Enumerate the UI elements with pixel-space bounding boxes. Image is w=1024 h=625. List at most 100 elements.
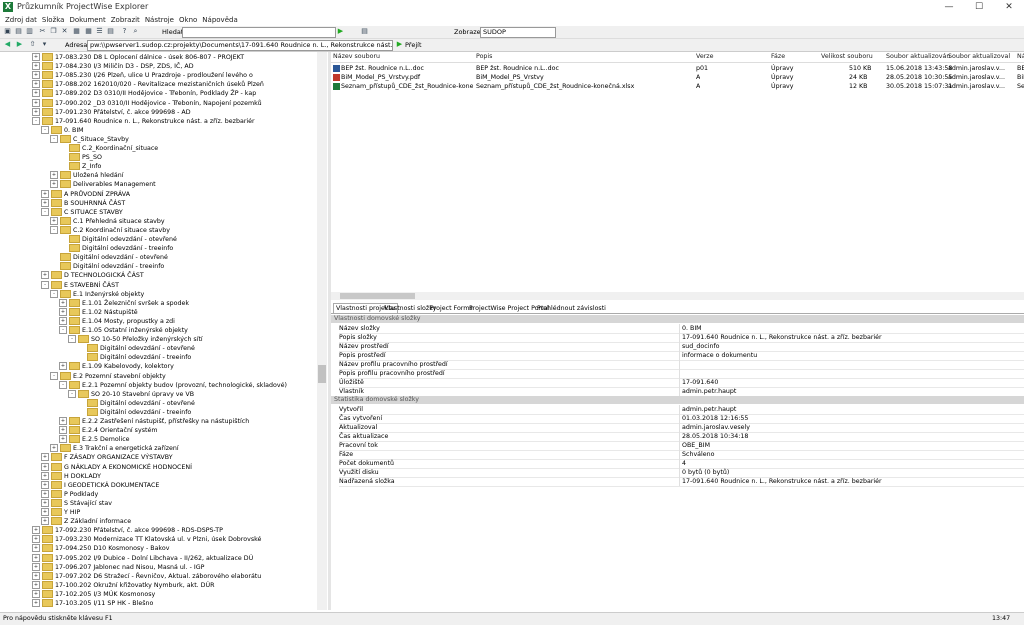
tree-node[interactable]: Digitální odevzdání - otevřené <box>50 253 168 262</box>
expand-icon[interactable]: + <box>50 180 58 189</box>
datasource-icon[interactable]: ▣ <box>3 27 12 36</box>
expand-icon[interactable]: + <box>32 107 40 116</box>
tree-node[interactable]: + E.2.5 Demolice <box>59 435 130 444</box>
tree-node[interactable]: +17-092.230 Přátelství, č. akce 999698 -… <box>32 526 223 535</box>
tree-node[interactable]: - C.2 Koordinační situace stavby <box>50 225 170 235</box>
run-search-icon[interactable]: ▶ <box>336 27 345 36</box>
collapse-icon[interactable]: - <box>68 335 76 344</box>
expand-icon[interactable]: + <box>59 417 67 425</box>
expand-icon[interactable]: + <box>50 216 58 225</box>
tree-node[interactable]: - E.1 Inženýrské objekty <box>50 289 144 299</box>
expand-icon[interactable]: + <box>59 307 67 316</box>
tree-node[interactable]: + A PRŮVODNÍ ZPRÁVA <box>41 189 130 199</box>
tree-node[interactable]: + P Podklady <box>41 489 98 499</box>
menu-item[interactable]: Zobrazit <box>111 14 140 26</box>
collapse-icon[interactable]: - <box>50 289 58 298</box>
tree-scrollbar-thumb[interactable] <box>318 365 326 383</box>
tree-node[interactable]: - E.2 Pozemní stavební objekty <box>50 371 166 381</box>
menu-item[interactable]: Okno <box>179 14 197 26</box>
tree-node[interactable]: C.2_Koordinační_situace <box>59 144 158 153</box>
table-row[interactable]: Seznam_přístupů_CDE_žst_Roudnice-koneč..… <box>331 82 1024 91</box>
menu-item[interactable]: Dokument <box>69 14 105 26</box>
tree-node[interactable]: + Deliverables Management <box>50 180 156 189</box>
address-input[interactable]: pw:\\pwserver1.sudop.cz:projekty\Documen… <box>87 40 393 51</box>
expand-icon[interactable]: + <box>41 480 49 489</box>
tree-node[interactable]: +17-085.230 I/26 Plzeň, ulice U Prazdroj… <box>32 71 253 80</box>
tree-node[interactable]: + D TECHNOLOGICKÁ ČÁST <box>41 271 144 280</box>
tree-node[interactable]: + I GEODETICKÁ DOKUMENTACE <box>41 480 159 490</box>
table-row[interactable]: BEP žst. Roudnice n.L..doc BEP žst. Roudn… <box>331 64 1024 73</box>
back-icon[interactable]: ◀ <box>3 40 12 49</box>
expand-icon[interactable]: + <box>32 62 40 71</box>
cut-icon[interactable]: ✂ <box>38 27 47 36</box>
table-row[interactable]: BiM_Model_PS_Vrstvy.pdf BiM_Model_PS_Vrst… <box>331 73 1024 82</box>
tree-node[interactable]: + E.1.02 Nástupiště <box>59 307 138 317</box>
tree-node[interactable]: +17-089.202 D3 0310/II Hodějovice - Třeb… <box>32 89 256 98</box>
tree-node[interactable]: - SO 10-50 Přeložky inženýrských sítí <box>68 335 203 344</box>
expand-icon[interactable]: + <box>41 462 49 471</box>
view-details-icon[interactable]: ▤ <box>106 27 115 36</box>
properties-icon[interactable]: ▦ <box>72 27 81 36</box>
collapse-icon[interactable]: - <box>59 380 67 389</box>
folder-tree[interactable]: +17-083.230 D8 L Oplocení dálnice - úsek… <box>0 52 317 610</box>
menu-item[interactable]: Složka <box>42 14 65 26</box>
tree-node[interactable]: + S Stávající stav <box>41 498 112 508</box>
tree-node[interactable]: + Uložená hledání <box>50 171 123 180</box>
tree-node[interactable]: - 17-091.640 Roudnice n. L., Rekonstrukce… <box>32 116 255 126</box>
maximize-button[interactable]: ☐ <box>964 0 994 14</box>
tree-node[interactable]: - E.1.05 Ostatní inženýrské objekty <box>59 326 188 335</box>
tree-node[interactable]: +17-084.230 I/3 Miličín D3 - DSP, ZDS, I… <box>32 62 194 71</box>
forward-icon[interactable]: ▶ <box>15 40 24 49</box>
tree-node[interactable]: + Z Základní informace <box>41 517 131 526</box>
tree-node[interactable]: Digitální odevzdání - treeinfo <box>59 244 173 253</box>
tree-node[interactable]: - E STAVEBNÍ ČÁST <box>41 280 119 290</box>
tree-node[interactable]: +17-095.202 I/9 Dubice - Dolní Libchava … <box>32 553 253 563</box>
document-icon[interactable]: ▥ <box>25 27 34 36</box>
expand-icon[interactable]: + <box>59 435 67 444</box>
tree-node[interactable]: +17-100.202 Okružní křižovatky Nymburk, … <box>32 580 215 590</box>
expand-icon[interactable]: + <box>41 489 49 498</box>
expand-icon[interactable]: + <box>32 562 40 571</box>
collapse-icon[interactable]: - <box>41 125 49 134</box>
tree-node[interactable]: +17-094.250 D10 Kosmonosy - Bakov <box>32 544 169 553</box>
tree-node[interactable]: + E.3 Trakční a energetická zařízení <box>50 444 179 453</box>
tree-node[interactable]: Digitální odevzdání - otevřené <box>77 344 195 353</box>
tree-node[interactable]: Digitální odevzdání - treeinfo <box>77 407 191 417</box>
tree-node[interactable]: + E.2.4 Orientační systém <box>59 426 157 435</box>
tree-node[interactable]: +17-090.202 _D3 0310/II Hodějovice - Tře… <box>32 98 262 108</box>
expand-icon[interactable]: + <box>32 580 40 589</box>
collapse-icon[interactable]: - <box>59 326 67 334</box>
search-input[interactable] <box>182 27 336 38</box>
expand-icon[interactable]: + <box>32 589 40 598</box>
expand-icon[interactable]: + <box>32 71 40 80</box>
search-icon[interactable]: ⌕ <box>131 27 140 36</box>
help-icon[interactable]: ? <box>120 27 129 36</box>
column-header[interactable]: Verze <box>696 53 713 60</box>
collapse-icon[interactable]: - <box>68 389 76 398</box>
folder-new-icon[interactable]: ▤ <box>14 27 23 36</box>
column-header[interactable]: Velikost souboru <box>821 53 873 60</box>
tree-node[interactable]: Z_Info <box>59 162 101 171</box>
tree-node[interactable]: + E.1.04 Mosty, propustky a zdi <box>59 316 175 326</box>
tree-scrollbar[interactable] <box>317 52 327 610</box>
history-icon[interactable]: ▾ <box>40 40 49 49</box>
tree-node[interactable]: + E.1.01 Železniční svršek a spodek <box>59 298 189 308</box>
collapse-icon[interactable]: - <box>41 207 49 216</box>
view-large-icon[interactable]: ▦ <box>84 27 93 36</box>
tree-node[interactable]: +17-103.205 I/11 SP HK - Blešno <box>32 599 153 608</box>
menu-item[interactable]: Zdroj dat <box>5 14 37 26</box>
tree-node[interactable]: + C.1 Přehledná situace stavby <box>50 216 165 226</box>
expand-icon[interactable]: + <box>50 171 58 180</box>
expand-icon[interactable]: + <box>32 89 40 98</box>
up-folder-icon[interactable]: ⇧ <box>28 40 37 49</box>
expand-icon[interactable]: + <box>32 526 40 535</box>
collapse-icon[interactable]: - <box>50 134 58 143</box>
expand-icon[interactable]: + <box>32 544 40 553</box>
tree-node[interactable]: +17-093.230 Modernizace TT Klatovská ul.… <box>32 535 261 544</box>
expand-icon[interactable]: + <box>41 517 49 526</box>
collapse-icon[interactable]: - <box>41 280 49 289</box>
tree-node[interactable]: + E.1.09 Kabelovody, kolektory <box>59 362 174 371</box>
tree-node[interactable]: +17-083.230 D8 L Oplocení dálnice - úsek… <box>32 53 244 62</box>
expand-icon[interactable]: + <box>41 198 49 207</box>
tab-2[interactable]: Project Forms <box>430 304 473 313</box>
